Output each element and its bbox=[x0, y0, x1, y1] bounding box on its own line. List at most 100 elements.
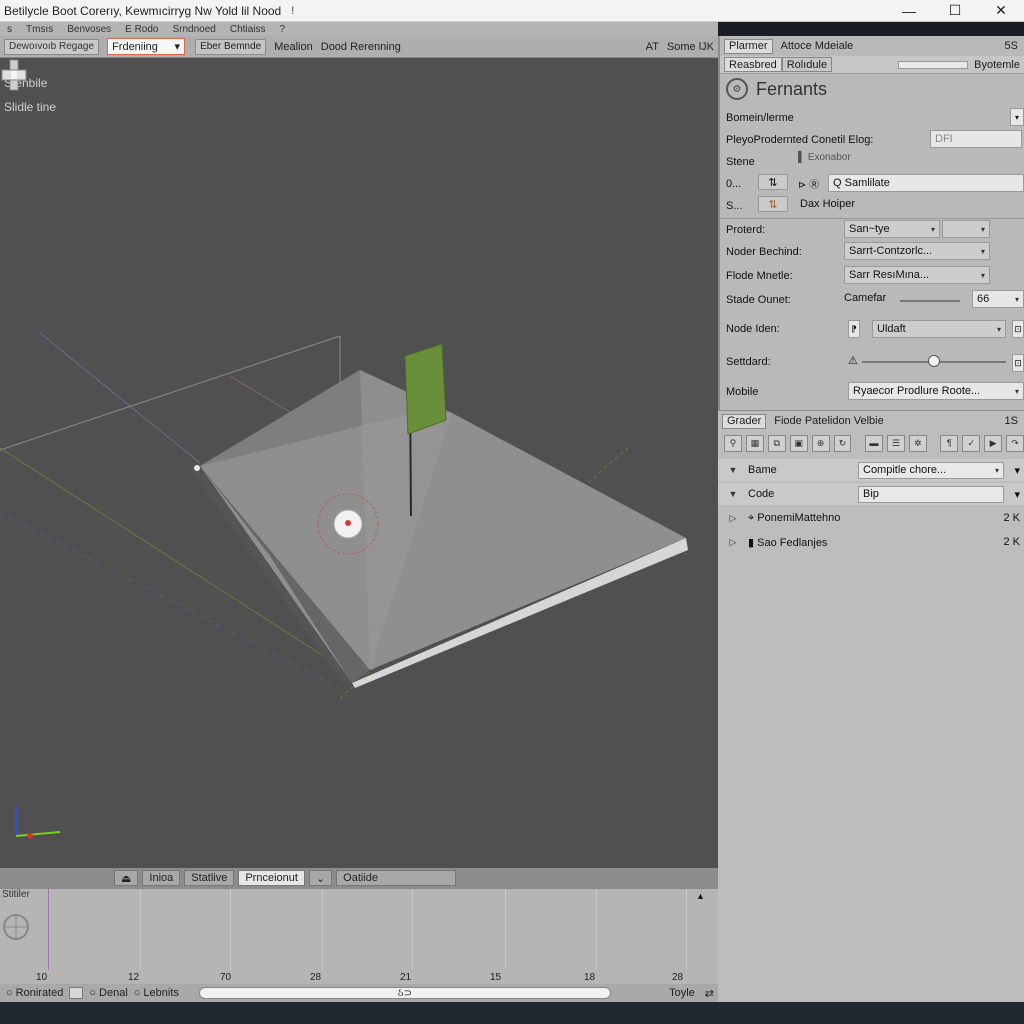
view-gizmo-icon[interactable] bbox=[0, 58, 28, 92]
menu-item[interactable]: s bbox=[0, 24, 19, 35]
timeline-scrollbar[interactable]: ઠ⊃ bbox=[198, 987, 611, 999]
camefar-slider[interactable] bbox=[900, 300, 960, 302]
tab-reasbred[interactable]: Reasbred bbox=[724, 57, 782, 72]
tick-label: 70 bbox=[220, 972, 232, 983]
graph-row-code[interactable]: ▼ Code Bip ▾ bbox=[718, 483, 1024, 505]
prop-label: S... bbox=[726, 200, 743, 212]
chevron-down-icon[interactable]: ▾ bbox=[1010, 108, 1024, 126]
close-button[interactable]: ✕ bbox=[978, 0, 1024, 22]
link-icon[interactable]: ⊳ Ⓡ bbox=[798, 176, 819, 191]
node-iden-select[interactable]: Uldaft ▾ bbox=[872, 320, 1006, 338]
prop-label: Flode Mnetle: bbox=[726, 270, 793, 282]
toolbar-label-mealion[interactable]: Mealion bbox=[274, 41, 313, 53]
menu-item[interactable]: Tmsıs bbox=[19, 24, 60, 35]
menu-item[interactable]: Chtiaiss bbox=[223, 24, 273, 35]
caret-up-icon[interactable]: ▲ bbox=[696, 891, 705, 901]
inspector-byotemle[interactable]: Byotemle bbox=[974, 59, 1020, 71]
chevron-down-icon[interactable]: ▾ bbox=[1014, 464, 1020, 477]
collapsed-icon[interactable]: ▷ bbox=[718, 513, 748, 524]
tick-label: 15 bbox=[490, 972, 502, 983]
menu-item[interactable]: Srndnoed bbox=[166, 24, 223, 35]
tab-plarmer[interactable]: Plarmer bbox=[724, 38, 773, 54]
expanded-icon[interactable]: ▼ bbox=[718, 465, 748, 475]
toolbar-right-some[interactable]: Some lJK bbox=[667, 41, 714, 53]
tab-prnceionut[interactable]: Prnceionut bbox=[238, 870, 305, 886]
stepper-icon[interactable]: ⇅ bbox=[758, 196, 788, 212]
redo-icon[interactable]: ↷ bbox=[1006, 434, 1024, 452]
proterd-value: San~tye bbox=[849, 223, 890, 235]
graph-row-field[interactable]: Bip bbox=[858, 485, 1004, 503]
pin-icon[interactable]: ! bbox=[291, 5, 294, 17]
proterd-extra-select[interactable]: ▾ bbox=[942, 220, 990, 238]
toolbar-button[interactable]: Eber Bemnde bbox=[195, 38, 267, 55]
play-icon[interactable]: ▶ bbox=[984, 434, 1003, 452]
search-icon[interactable]: ⚲ bbox=[724, 434, 742, 452]
expand-icon[interactable]: ⊡ bbox=[1012, 320, 1024, 338]
swap-icon[interactable]: ⇄ bbox=[705, 987, 714, 1000]
chevron-down-icon[interactable]: ▾ bbox=[1014, 488, 1020, 501]
zoom-slider[interactable] bbox=[898, 60, 969, 69]
zoom-icon[interactable]: ⊕ bbox=[811, 434, 830, 452]
collapsed-icon[interactable]: ▷ bbox=[718, 537, 748, 548]
chevron-down-icon[interactable]: ⌄ bbox=[308, 870, 333, 886]
lock-icon[interactable]: ⁋ bbox=[848, 320, 860, 338]
noder-behind-select[interactable]: Sarrt-Contzorlc... ▾ bbox=[844, 242, 990, 260]
maximize-button[interactable]: ☐ bbox=[932, 0, 978, 22]
status-denal[interactable]: ○ Denal bbox=[89, 987, 127, 999]
gear-icon[interactable]: ⚙ bbox=[726, 78, 748, 100]
expanded-icon[interactable]: ▼ bbox=[718, 489, 748, 499]
graph-row-sao[interactable]: ▷ ▮ Sao Fedlanjes 2 K bbox=[718, 531, 1024, 553]
prop-exonabor-label: Exonabor bbox=[807, 152, 851, 163]
layout-chip[interactable]: Dewoıvoıb Regage bbox=[4, 38, 100, 55]
tab-oatiide[interactable]: Oatiide bbox=[336, 870, 457, 886]
tab-roliule[interactable]: Rolıdule bbox=[781, 57, 833, 72]
expand-icon[interactable]: ⊡ bbox=[1012, 354, 1024, 372]
timeline-panel[interactable]: Stitiler ▲ 10 12 70 28 21 15 18 28 bbox=[0, 888, 718, 984]
graph-row-bame[interactable]: ▼ Bame Compitle chore... ▾ ▾ bbox=[718, 459, 1024, 481]
prop-exonabor[interactable]: ▌ Exonabor bbox=[798, 152, 851, 163]
chevron-down-icon: ▾ bbox=[980, 224, 985, 234]
menu-item[interactable]: E Rodo bbox=[118, 24, 165, 35]
cycle-icon[interactable]: ↻ bbox=[833, 434, 852, 452]
setting-slider-knob[interactable] bbox=[928, 355, 940, 367]
playhead[interactable] bbox=[48, 889, 49, 970]
vertex-point[interactable] bbox=[194, 465, 200, 471]
prop-dfi-field[interactable]: DFI bbox=[930, 130, 1022, 148]
render-mode-select[interactable]: Frdeniing ▾ bbox=[107, 38, 186, 55]
tab-statlive[interactable]: Statlive bbox=[184, 870, 235, 886]
radio-icon: ○ bbox=[133, 987, 141, 999]
eject-icon[interactable]: ⏏ bbox=[114, 870, 139, 886]
toolbar-right-at[interactable]: AT bbox=[646, 41, 659, 53]
checkmark-icon[interactable]: ✓ bbox=[962, 434, 981, 452]
graph-row-ponemi[interactable]: ▷ ⌖ PonemiMattehno 2 K bbox=[718, 507, 1024, 529]
list-icon[interactable]: ☰ bbox=[886, 434, 905, 452]
chevron-down-icon: ▾ bbox=[174, 41, 181, 53]
flode-mnetle-select[interactable]: Sarr ResıMına... ▾ bbox=[844, 266, 990, 284]
camefar-number[interactable]: 66 ▾ bbox=[972, 290, 1024, 308]
status-lebnits[interactable]: ○ Lebnits bbox=[134, 987, 179, 999]
prop-label: PleyoProdernted Conetil Elog: bbox=[726, 134, 874, 146]
grid-icon[interactable]: ▦ bbox=[745, 434, 764, 452]
settings-icon[interactable]: ✲ bbox=[908, 434, 927, 452]
crosshair-icon[interactable] bbox=[2, 913, 32, 943]
scene-viewport[interactable]: Stenbile Slidle tine bbox=[0, 58, 718, 868]
simulate-field[interactable]: Q Samlilate bbox=[828, 174, 1024, 192]
tab-grader[interactable]: Grader bbox=[722, 413, 767, 429]
minimize-button[interactable]: — bbox=[886, 0, 932, 22]
proterd-select[interactable]: San~tye ▾ bbox=[844, 220, 940, 238]
toolbar-label-rendering[interactable]: Dood Rerenning bbox=[321, 41, 401, 53]
status-toyle[interactable]: Toyle bbox=[669, 987, 695, 999]
paragraph-icon[interactable]: ¶ bbox=[940, 434, 959, 452]
tab-inioa[interactable]: Inioa bbox=[142, 870, 181, 886]
graph-row-select[interactable]: Compitle chore... ▾ bbox=[858, 461, 1004, 479]
minus-icon[interactable]: ▬ bbox=[865, 434, 883, 452]
stepper-icon[interactable]: ⇅ bbox=[758, 174, 788, 190]
menu-item[interactable]: ? bbox=[272, 24, 292, 35]
checkbox-icon[interactable] bbox=[69, 987, 84, 999]
status-ronirated[interactable]: ○ Ronirated bbox=[6, 987, 63, 999]
dax-helper[interactable]: Dax Hoiper bbox=[800, 198, 855, 210]
menu-item[interactable]: Benvoses bbox=[60, 24, 118, 35]
mobile-select[interactable]: Ryaecor Prodlure Roote... ▾ bbox=[848, 382, 1024, 400]
image-icon[interactable]: ▣ bbox=[789, 434, 808, 452]
copy-icon[interactable]: ⧉ bbox=[767, 434, 786, 452]
